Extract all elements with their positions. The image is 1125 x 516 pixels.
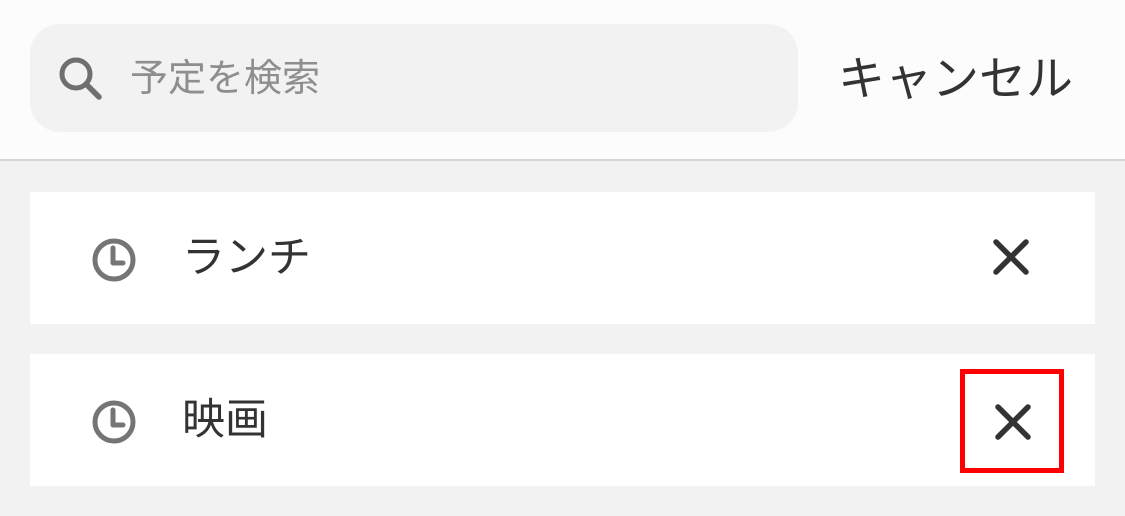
close-icon xyxy=(993,239,1029,275)
search-header: キャンセル xyxy=(0,0,1125,161)
history-item[interactable]: 映画 xyxy=(30,354,1095,486)
history-item-label: ランチ xyxy=(182,233,311,283)
history-item[interactable]: ランチ xyxy=(30,192,1095,324)
remove-history-button[interactable] xyxy=(960,206,1062,308)
search-input[interactable] xyxy=(130,44,770,112)
cancel-button[interactable]: キャンセル xyxy=(838,48,1088,112)
history-item-label: 映画 xyxy=(182,395,268,445)
search-box[interactable] xyxy=(30,24,798,132)
remove-history-button[interactable] xyxy=(960,369,1064,473)
close-icon xyxy=(995,404,1031,440)
